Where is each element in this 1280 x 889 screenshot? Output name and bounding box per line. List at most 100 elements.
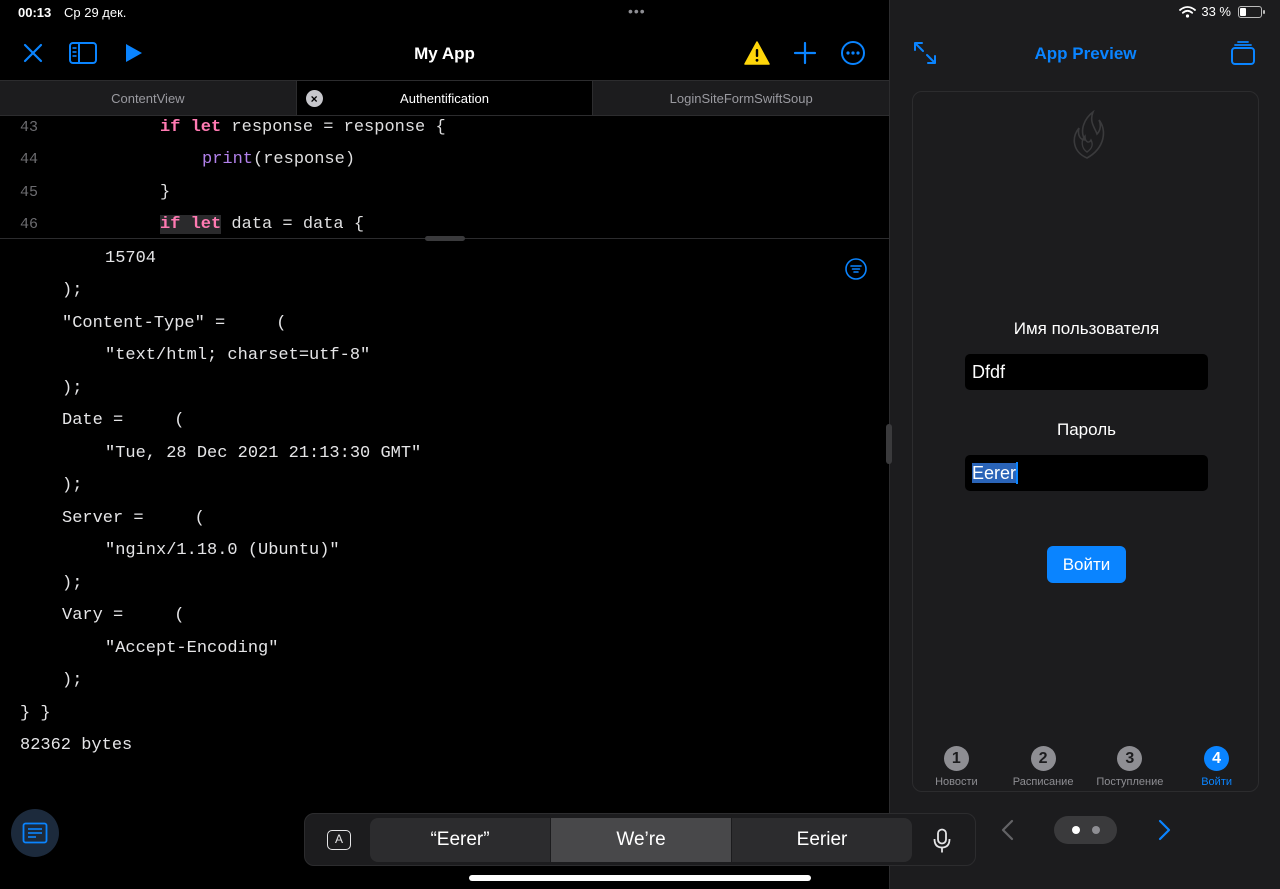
line-number: 46 xyxy=(19,216,38,233)
plus-icon xyxy=(793,41,817,65)
code-text: if let data = data { xyxy=(160,215,364,234)
console-line: 15704 xyxy=(105,249,157,268)
split-handle[interactable] xyxy=(425,236,465,241)
code-line: 44 print(response) xyxy=(0,148,889,174)
tabbar-item-login[interactable]: 4 Войти xyxy=(1173,742,1258,791)
console-line: "Tue, 28 Dec 2021 21:13:30 GMT" xyxy=(105,444,422,463)
login-button[interactable]: Войти xyxy=(1047,546,1126,583)
number-circle-3-icon: 3 xyxy=(1117,746,1143,771)
console-line: ); xyxy=(62,671,83,690)
code-editor[interactable]: 43 if let response = response { 44 print… xyxy=(0,116,889,238)
code-line: 45 } xyxy=(0,181,889,207)
filter-icon xyxy=(845,258,867,280)
warning-icon xyxy=(744,41,770,65)
windows-icon xyxy=(1231,41,1255,65)
multitasking-dots[interactable]: ••• xyxy=(628,3,646,19)
line-number: 44 xyxy=(19,151,38,168)
status-indicators: 33 % xyxy=(1179,4,1265,19)
keyword: let xyxy=(190,215,222,234)
suggestions: “Eerer” We’re Eerier xyxy=(370,818,912,862)
line-number: 43 xyxy=(19,119,38,136)
console-line: Server = ( xyxy=(62,509,205,528)
console-line: ); xyxy=(62,379,83,398)
device-preview: Имя пользователя Dfdf Пароль Eerer Войти… xyxy=(912,91,1259,792)
console-line: Date = ( xyxy=(62,411,185,430)
console-line: "Content-Type" = ( xyxy=(62,314,287,333)
console-line: ); xyxy=(62,574,83,593)
chevron-right-icon[interactable] xyxy=(1154,818,1174,842)
password-label: Пароль xyxy=(1057,420,1116,439)
code-rest: data = data { xyxy=(221,215,365,234)
app-tab-bar: 1 Новости 2 Расписание 3 Поступление 4 В… xyxy=(913,742,1258,791)
tab-label: LoginSiteFormSwiftSoup xyxy=(669,90,813,106)
console-line: "Accept-Encoding" xyxy=(105,639,279,658)
password-value: Eerer xyxy=(972,463,1017,483)
tabbar-label: Войти xyxy=(1201,776,1233,788)
warnings-button[interactable] xyxy=(742,38,772,68)
console-line: "text/html; charset=utf-8" xyxy=(105,346,371,365)
suggestion-item[interactable]: “Eerer” xyxy=(370,818,551,862)
page-dot xyxy=(1091,826,1100,834)
document-icon xyxy=(22,822,48,844)
keyword: if xyxy=(160,215,181,234)
status-date: Ср 29 дек. xyxy=(64,5,127,20)
code-rest: response = response { xyxy=(221,118,446,137)
keyword: let xyxy=(190,118,222,137)
suggestion-item[interactable]: Eerier xyxy=(732,818,912,862)
tab-contentview[interactable]: ContentView xyxy=(0,81,297,115)
console-line: ); xyxy=(62,476,83,495)
keyboard-suggestion-bar: A “Eerer” We’re Eerier xyxy=(304,813,976,866)
tab-close-icon[interactable]: × xyxy=(305,90,323,107)
number-circle-2-icon: 2 xyxy=(1030,746,1056,771)
keyword: if xyxy=(160,118,181,137)
documentation-button[interactable] xyxy=(11,809,59,857)
console-line: Vary = ( xyxy=(62,606,185,625)
preview-title: App Preview xyxy=(1034,44,1137,63)
tabbar-label: Расписание xyxy=(1012,776,1074,788)
tab-loginsiteformswiftsoup[interactable]: LoginSiteFormSwiftSoup xyxy=(593,81,889,115)
console-filter-button[interactable] xyxy=(845,258,867,280)
username-value: Dfdf xyxy=(972,362,1006,382)
tabbar-label: Новости xyxy=(935,776,978,788)
preview-pane: 33 % App Preview Имя пользователя Dfdf П… xyxy=(889,0,1280,889)
flame-logo-icon xyxy=(1073,110,1105,159)
windows-button[interactable] xyxy=(1228,38,1258,68)
chevron-left-icon[interactable] xyxy=(998,818,1018,842)
battery-percent: 33 % xyxy=(1201,4,1231,19)
tabbar-item-news[interactable]: 1 Новости xyxy=(913,742,1000,791)
pane-resize-handle[interactable] xyxy=(886,424,892,464)
battery-icon xyxy=(1238,5,1265,18)
code-line: 43 if let response = response { xyxy=(0,116,889,142)
battery-level xyxy=(1240,7,1247,16)
text-cursor xyxy=(1016,461,1019,484)
console-line: ); xyxy=(62,281,83,300)
status-time: 00:13 xyxy=(18,5,52,20)
code-text: } xyxy=(160,183,171,202)
console-line: 82362 bytes xyxy=(20,736,133,755)
ellipsis-icon xyxy=(841,41,865,65)
suggestion-item[interactable]: We’re xyxy=(551,818,732,862)
number-circle-1-icon: 1 xyxy=(943,746,969,771)
add-button[interactable] xyxy=(790,38,820,68)
home-indicator[interactable] xyxy=(469,875,811,881)
wifi-icon xyxy=(1179,5,1197,18)
username-label: Имя пользователя xyxy=(1013,319,1160,338)
editor-pane: 00:13 Ср 29 дек. ••• My App ContentView … xyxy=(0,0,889,889)
code-text: print(response) xyxy=(202,150,355,169)
more-button[interactable] xyxy=(838,38,868,68)
console-line: "nginx/1.18.0 (Ubuntu)" xyxy=(105,541,340,560)
tabbar-item-schedule[interactable]: 2 Расписание xyxy=(1000,742,1087,791)
number-circle-4-icon: 4 xyxy=(1204,746,1230,771)
text-format-button[interactable]: A xyxy=(327,830,351,850)
tab-authentification[interactable]: × Authentification xyxy=(296,81,594,115)
username-input[interactable]: Dfdf xyxy=(965,354,1208,390)
page-dot xyxy=(1071,826,1080,834)
code-rest: (response) xyxy=(253,150,356,169)
password-input[interactable]: Eerer xyxy=(965,455,1208,491)
page-indicator[interactable] xyxy=(1054,816,1117,844)
tab-label: Authentification xyxy=(400,90,489,106)
line-number: 45 xyxy=(19,184,38,201)
code-text: if let response = response { xyxy=(160,118,446,137)
microphone-icon[interactable] xyxy=(932,828,952,854)
tabbar-item-admission[interactable]: 3 Поступление xyxy=(1087,742,1174,791)
